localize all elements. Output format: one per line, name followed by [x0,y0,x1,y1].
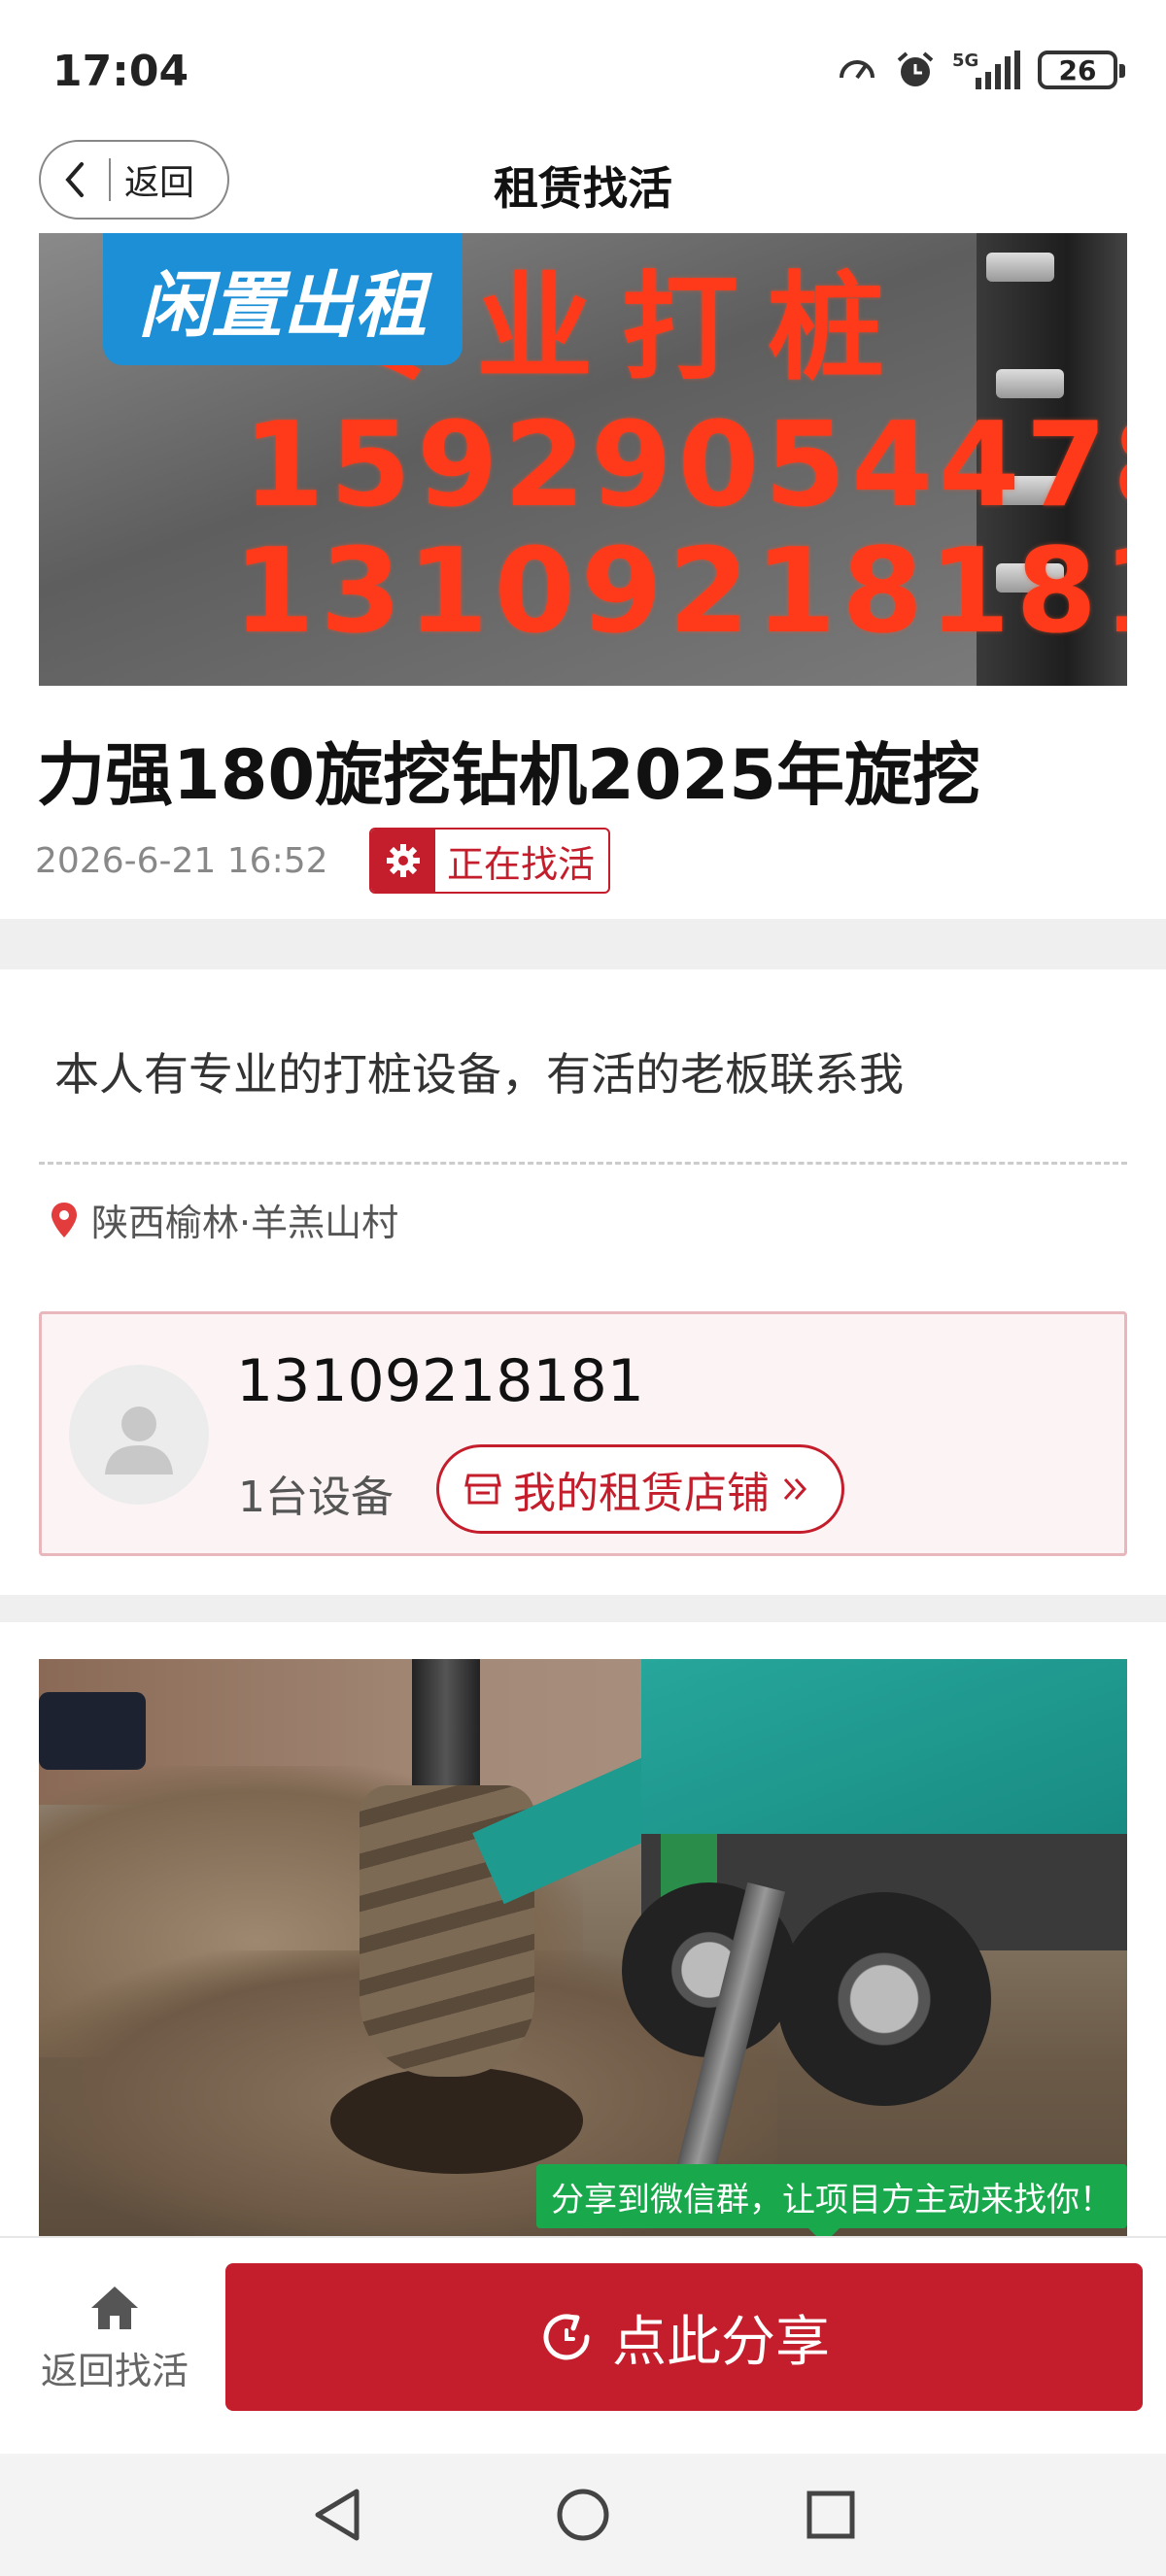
system-recents-button[interactable] [797,2481,865,2549]
gear-icon [371,830,435,892]
section-divider [0,919,1166,969]
share-refresh-icon [543,2314,590,2360]
hero-fitting [996,369,1064,398]
share-tip: 分享到微信群，让项目方主动来找你！ [536,2164,1127,2244]
double-chevron-right-icon [783,1477,807,1501]
status-bar: 17:04 5G 26 [0,0,1166,136]
photo-excavator-body [641,1659,1127,1853]
photo-wheel [777,1892,991,2106]
hero-image[interactable]: 专业打桩 15929054478 13109218181 闲置出租 [39,233,1127,686]
shop-label: 我的租赁店铺 [513,1469,770,1518]
location-row: 陕西榆林·羊羔山村 [49,1193,398,1246]
battery-indicator: 26 [1038,51,1125,89]
hero-text-line2: 15929054478 [243,398,1127,533]
system-home-button[interactable] [549,2481,617,2549]
location-text: 陕西榆林·羊羔山村 [91,1202,399,1244]
device-count: 1台设备 [238,1473,394,1522]
triangle-back-icon [315,2489,360,2541]
alarm-icon [897,51,934,86]
listing-date: 2026-6-21 16:52 [35,841,328,881]
share-label: 点此分享 [612,2310,830,2374]
hero-fitting [986,253,1054,282]
photo-car [39,1692,146,1770]
equipment-photo[interactable] [39,1659,1127,2236]
svg-text:5G: 5G [952,51,978,71]
map-pin-icon [51,1202,77,1237]
contact-phone[interactable]: 13109218181 [236,1347,644,1415]
avatar [69,1365,209,1505]
contact-card: 13109218181 1台设备 我的租赁店铺 [39,1311,1127,1556]
circle-home-icon [557,2489,609,2541]
photo-drill-hole [330,2067,583,2174]
section-divider [0,1595,1166,1622]
rental-shop-button[interactable]: 我的租赁店铺 [436,1444,844,1534]
nav-bar: 返回 租赁找活 [0,136,1166,233]
system-navigation-bar [0,2454,1166,2576]
status-badge: 正在找活 [369,828,611,894]
store-icon [464,1474,501,1505]
dashed-divider [39,1162,1127,1165]
page-title: 租赁找活 [494,162,672,215]
status-label: 正在找活 [447,842,596,886]
square-recents-icon [806,2491,855,2539]
user-placeholder-icon [105,1407,173,1474]
system-back-button[interactable] [303,2481,371,2549]
photo-auger-shaft [412,1659,480,1805]
home-icon [91,2286,138,2329]
listing-title: 力强180旋挖钻机2025年旋挖 [37,735,980,815]
listing-description: 本人有专业的打桩设备，有活的老板联系我 [54,1048,904,1101]
hero-text-line3: 13109218181 [233,525,1127,660]
status-time: 17:04 [52,47,189,96]
action-bar: 返回找活 点此分享 [0,2236,1166,2454]
share-button[interactable]: 点此分享 [225,2263,1143,2411]
signal-5g-icon: 5G [952,51,1020,89]
speedometer-icon [840,60,874,80]
idle-rental-badge: 闲置出租 [103,233,463,365]
status-icons: 5G 26 [836,49,1125,91]
home-label: 返回找活 [40,2349,189,2392]
back-to-jobs-button[interactable]: 返回找活 [29,2265,200,2411]
